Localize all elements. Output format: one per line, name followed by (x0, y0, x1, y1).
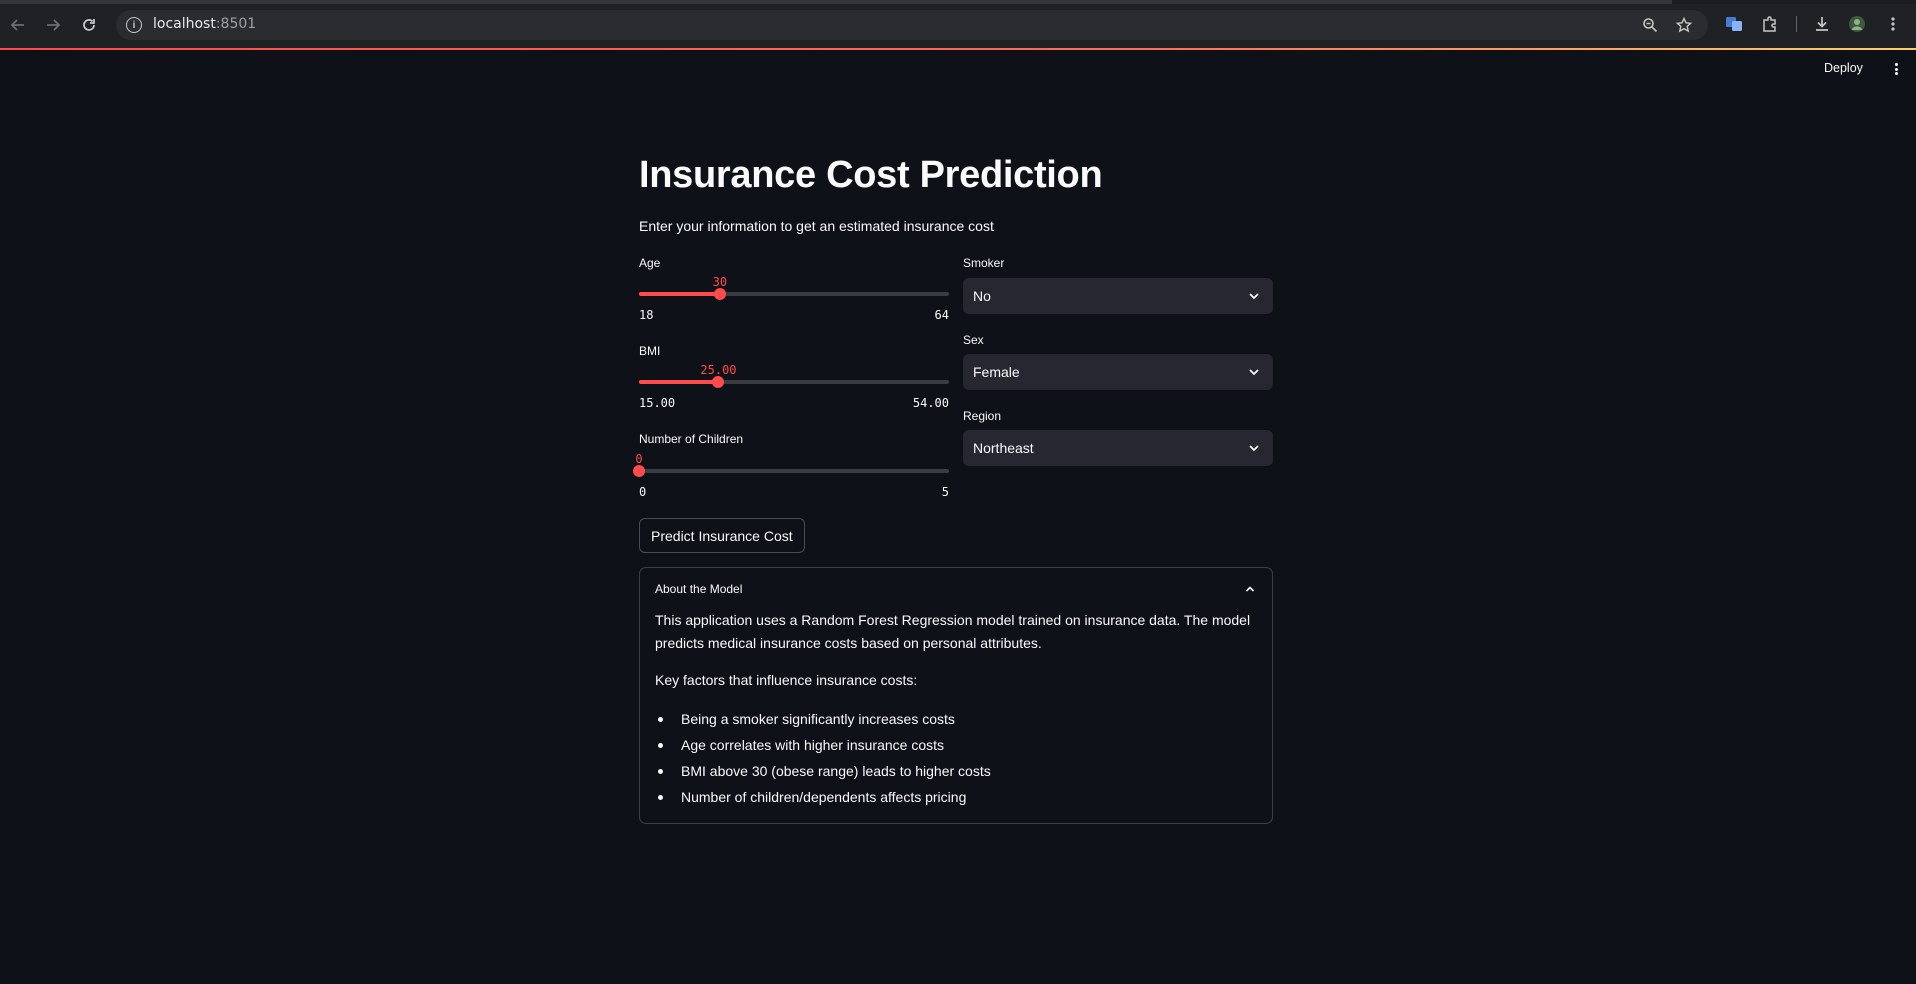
browser-menu-icon[interactable] (1883, 14, 1903, 34)
age-label: Age (639, 256, 661, 270)
expander-title[interactable]: About the Model (655, 582, 742, 596)
children-slider-value: 0 (635, 452, 643, 466)
list-item: Being a smoker significantly increases c… (655, 710, 991, 736)
zoom-icon[interactable] (1640, 15, 1660, 35)
extensions-puzzle-icon[interactable] (1760, 14, 1780, 34)
factors-list: Being a smoker significantly increases c… (655, 710, 991, 814)
age-slider-value: 30 (712, 275, 728, 289)
download-icon[interactable] (1812, 14, 1832, 34)
chevron-down-icon (1249, 369, 1259, 376)
bmi-slider-value: 25.00 (700, 363, 737, 377)
bmi-slider-min: 15.00 (639, 396, 676, 410)
smoker-label: Smoker (963, 256, 1005, 270)
url-host: localhost (153, 16, 216, 32)
smoker-select[interactable]: No (963, 278, 1273, 314)
children-label: Number of Children (639, 432, 744, 446)
sex-selected-value: Female (973, 364, 1020, 380)
predict-button[interactable]: Predict Insurance Cost (639, 518, 805, 553)
page-subtitle: Enter your information to get an estimat… (639, 218, 994, 234)
toolbar-divider (1796, 16, 1797, 32)
bookmark-star-icon[interactable] (1674, 15, 1694, 35)
translate-extension-icon[interactable] (1724, 14, 1744, 34)
address-bar[interactable]: i localhost:8501 (116, 10, 1708, 40)
list-item: Age correlates with higher insurance cos… (655, 736, 991, 762)
children-slider-min: 0 (639, 485, 647, 499)
region-label: Region (963, 409, 1002, 423)
smoker-selected-value: No (973, 288, 991, 304)
tab-strip-active (0, 0, 1672, 4)
streamlit-header-decoration (0, 48, 1916, 50)
region-select[interactable]: Northeast (963, 430, 1273, 466)
list-item: Number of children/dependents affects pr… (655, 788, 991, 814)
forward-icon[interactable] (40, 12, 66, 38)
deploy-button[interactable]: Deploy (1824, 61, 1863, 75)
region-selected-value: Northeast (973, 440, 1034, 456)
bmi-slider-max: 54.00 (912, 396, 949, 410)
age-slider-min: 18 (639, 308, 654, 322)
bmi-slider[interactable]: 25.00 15.00 54.00 (639, 363, 949, 423)
sex-select[interactable]: Female (963, 354, 1273, 390)
url-text: localhost:8501 (153, 16, 256, 32)
chevron-down-icon (1249, 293, 1259, 300)
bmi-label: BMI (639, 344, 661, 358)
children-slider[interactable]: 0 0 5 (633, 452, 949, 512)
age-slider[interactable]: 30 18 64 (639, 275, 949, 335)
page-title: Insurance Cost Prediction (639, 154, 1103, 196)
profile-avatar-icon[interactable] (1847, 14, 1867, 34)
age-slider-fill (639, 292, 720, 296)
sex-label: Sex (963, 333, 984, 347)
factors-heading: Key factors that influence insurance cos… (655, 672, 918, 688)
children-slider-track[interactable] (639, 469, 949, 473)
url-port: :8501 (215, 16, 257, 32)
bmi-slider-thumb[interactable] (712, 376, 725, 388)
age-slider-thumb[interactable] (713, 288, 726, 300)
browser-toolbar: i localhost:8501 (0, 0, 1916, 49)
children-slider-thumb[interactable] (633, 465, 645, 477)
list-item: BMI above 30 (obese range) leads to high… (655, 762, 991, 788)
about-model-expander: About the Model This application uses a … (639, 567, 1273, 824)
bmi-slider-fill (639, 380, 719, 384)
reload-icon[interactable] (76, 12, 102, 38)
app-menu-icon[interactable] (1890, 60, 1902, 78)
model-description: This application uses a Random Forest Re… (655, 612, 1251, 651)
chevron-up-icon[interactable] (1244, 583, 1256, 595)
back-icon[interactable] (5, 12, 31, 38)
site-info-icon[interactable]: i (126, 17, 142, 33)
children-slider-max: 5 (941, 485, 949, 499)
age-slider-max: 64 (934, 308, 949, 322)
chevron-down-icon (1249, 445, 1259, 452)
